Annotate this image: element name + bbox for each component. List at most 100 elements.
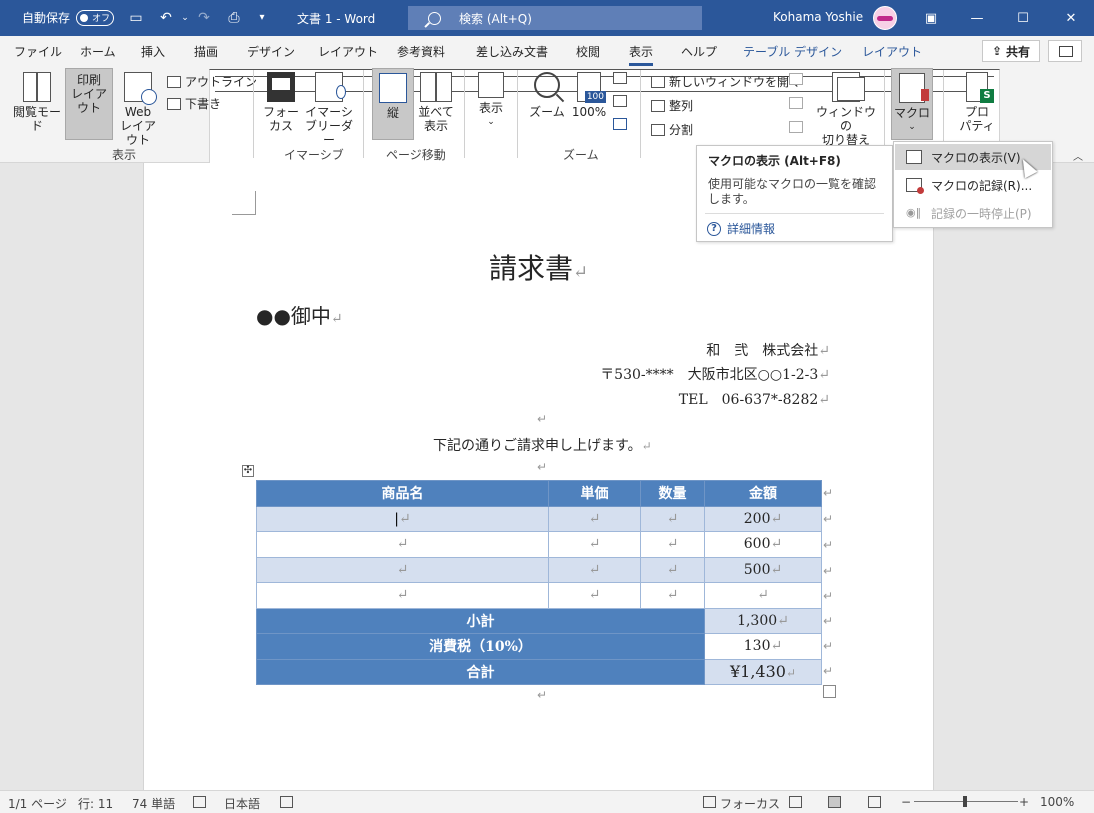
- new-window-button[interactable]: 新しいウィンドウを開く: [651, 73, 801, 90]
- table-move-handle-icon[interactable]: ✣: [242, 465, 254, 477]
- header-unit-price[interactable]: 単価: [548, 480, 641, 507]
- show-button[interactable]: 表示 ⌄: [472, 72, 510, 129]
- subtotal-label[interactable]: 小計: [256, 607, 705, 634]
- document-page[interactable]: 請求書↵ ●●御中↵ 和 弐 株式会社↵ 〒530-**** 大阪市北区○○1-…: [143, 163, 934, 790]
- tab-review[interactable]: 校閲: [576, 43, 600, 60]
- tab-mailings[interactable]: 差し込み文書: [476, 43, 548, 60]
- tab-table-layout[interactable]: レイアウト: [862, 43, 922, 60]
- tab-layout[interactable]: レイアウト: [318, 43, 378, 60]
- page-count[interactable]: 1/1 ページ: [8, 795, 67, 812]
- macro-button[interactable]: マクロ ⌄: [891, 68, 933, 140]
- tab-design[interactable]: デザイン: [247, 43, 295, 60]
- tab-insert[interactable]: 挿入: [141, 43, 165, 60]
- tel-line[interactable]: TEL 06-637*-8282↵: [679, 389, 830, 409]
- close-button[interactable]: ✕: [1048, 0, 1094, 36]
- multiple-pages-button[interactable]: [613, 95, 627, 107]
- proofing-icon[interactable]: [193, 796, 206, 808]
- total-label[interactable]: 合計: [256, 658, 705, 685]
- empty-paragraph[interactable]: ↵: [537, 412, 547, 426]
- unit-price-cell[interactable]: ↵: [548, 505, 641, 532]
- item-cell[interactable]: ↵: [256, 531, 549, 558]
- avatar[interactable]: [873, 6, 897, 30]
- unit-price-cell[interactable]: ↵: [548, 556, 641, 583]
- item-cell[interactable]: |↵: [256, 505, 549, 532]
- zoom-out-button[interactable]: −: [901, 795, 911, 809]
- immersive-reader-button[interactable]: イマーシ ブリーダー: [302, 72, 356, 147]
- one-page-button[interactable]: [613, 72, 627, 84]
- total-value[interactable]: ¥1,430↵: [704, 658, 822, 685]
- save-icon[interactable]: ▭: [127, 9, 145, 27]
- accessibility-icon[interactable]: [280, 796, 293, 808]
- table-resize-handle[interactable]: [823, 685, 836, 698]
- tab-view[interactable]: 表示: [629, 43, 654, 66]
- tab-home[interactable]: ホーム: [80, 43, 116, 60]
- menu-item-pause-recording[interactable]: ◉‖ 記録の一時停止(P): [895, 200, 1051, 226]
- zoom-slider-thumb[interactable]: [963, 796, 967, 807]
- view-side-by-side-button[interactable]: [789, 73, 803, 85]
- undo-dropdown-icon[interactable]: ⌄: [176, 9, 194, 27]
- zoom-in-button[interactable]: +: [1019, 795, 1029, 809]
- word-count[interactable]: 74 単語: [132, 795, 175, 812]
- invoice-table[interactable]: 商品名 単価 数量 金額 |↵ ↵ ↵ 200↵ ↵ ↵ ↵ 600↵ ↵ ↵ …: [256, 480, 822, 685]
- focus-mode-label[interactable]: フォーカス: [720, 795, 780, 812]
- arrange-all-button[interactable]: 整列: [651, 97, 693, 114]
- user-name[interactable]: Kohama Yoshie: [773, 10, 863, 24]
- undo-icon[interactable]: ↶: [157, 9, 175, 27]
- switch-windows-button[interactable]: ウィンドウの 切り替え: [815, 72, 877, 147]
- quantity-cell[interactable]: ↵: [640, 531, 705, 558]
- zoom-button[interactable]: ズーム: [526, 72, 568, 119]
- maximize-button[interactable]: ☐: [1000, 0, 1046, 36]
- line-number[interactable]: 行: 11: [78, 795, 113, 812]
- split-button[interactable]: 分割: [651, 121, 693, 138]
- item-cell[interactable]: ↵: [256, 582, 549, 609]
- share-button[interactable]: ⇪ 共有: [982, 40, 1040, 62]
- amount-cell[interactable]: 500↵: [704, 556, 822, 583]
- tooltip-more-info-link[interactable]: ? 詳細情報: [707, 220, 775, 237]
- document-title-text[interactable]: 請求書↵: [144, 247, 933, 287]
- tab-help[interactable]: ヘルプ: [681, 43, 717, 60]
- tax-label[interactable]: 消費税（10%）: [256, 633, 705, 660]
- reset-window-button[interactable]: [789, 121, 803, 133]
- redo-icon[interactable]: ↷: [195, 9, 213, 27]
- search-box[interactable]: 検索 (Alt+Q): [408, 6, 702, 30]
- web-layout-button[interactable]: Web レイアウト: [115, 72, 161, 147]
- tax-value[interactable]: 130↵: [704, 633, 822, 660]
- read-mode-button[interactable]: 閲覧モード: [8, 72, 66, 133]
- amount-cell[interactable]: 600↵: [704, 531, 822, 558]
- zoom-level[interactable]: 100%: [1040, 795, 1074, 809]
- item-cell[interactable]: ↵: [256, 556, 549, 583]
- unit-price-cell[interactable]: ↵: [548, 531, 641, 558]
- subtotal-value[interactable]: 1,300↵: [704, 607, 822, 634]
- intro-line[interactable]: 下記の通りご請求申し上げます。↵: [433, 435, 652, 455]
- empty-paragraph[interactable]: ↵: [537, 460, 547, 474]
- focus-mode-icon[interactable]: [703, 796, 716, 808]
- company-line[interactable]: 和 弐 株式会社↵: [706, 340, 830, 360]
- minimize-button[interactable]: —: [954, 0, 1000, 36]
- header-quantity[interactable]: 数量: [640, 480, 705, 507]
- comments-button[interactable]: [1048, 40, 1082, 62]
- tab-file[interactable]: ファイル: [14, 43, 62, 60]
- properties-button[interactable]: プロ パティ: [956, 72, 998, 133]
- draft-button[interactable]: 下書き: [167, 95, 221, 112]
- quantity-cell[interactable]: ↵: [640, 556, 705, 583]
- sync-scrolling-button[interactable]: [789, 97, 803, 109]
- header-item[interactable]: 商品名: [256, 480, 549, 507]
- collapse-ribbon-icon[interactable]: ︿: [1073, 148, 1083, 163]
- header-amount[interactable]: 金額: [704, 480, 822, 507]
- customize-toolbar-icon[interactable]: ▾: [253, 9, 271, 27]
- quantity-cell[interactable]: ↵: [640, 582, 705, 609]
- page-width-button[interactable]: [613, 118, 627, 130]
- ribbon-display-options-icon[interactable]: ▣: [908, 0, 954, 36]
- quantity-cell[interactable]: ↵: [640, 505, 705, 532]
- address-line[interactable]: 〒530-**** 大阪市北区○○1-2-3↵: [600, 364, 830, 384]
- read-mode-view-icon[interactable]: [789, 796, 802, 808]
- autosave-control[interactable]: 自動保存 オフ: [22, 9, 115, 26]
- print-layout-view-icon[interactable]: [828, 796, 841, 808]
- recipient-line[interactable]: ●●御中↵: [256, 300, 343, 329]
- web-layout-view-icon[interactable]: [868, 796, 881, 808]
- empty-paragraph[interactable]: ↵: [537, 688, 547, 702]
- autosave-toggle[interactable]: オフ: [76, 9, 115, 26]
- tab-table-design[interactable]: テーブル デザイン: [743, 43, 842, 60]
- side-by-side-button[interactable]: 並べて 表示: [417, 72, 455, 133]
- outline-button[interactable]: アウトライン: [167, 73, 257, 90]
